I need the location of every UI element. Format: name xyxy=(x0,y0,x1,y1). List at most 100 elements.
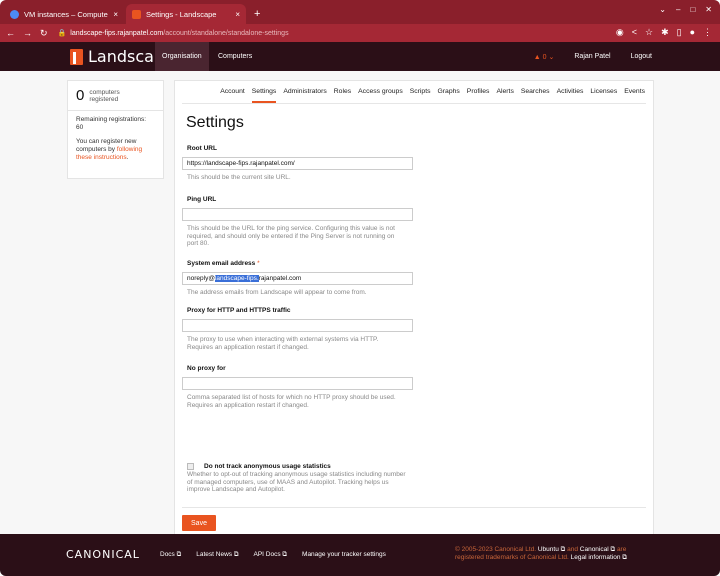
url-path: /account/standalone/standalone-settings xyxy=(163,29,289,37)
tracker-settings-link[interactable]: Manage your tracker settings xyxy=(302,551,386,559)
proxy-input[interactable] xyxy=(182,319,413,332)
browser-window: VM instances – Compute × Settings - Land… xyxy=(0,0,720,576)
tab-account[interactable]: Account xyxy=(220,88,245,103)
share-icon[interactable]: < xyxy=(632,27,637,38)
proxy-help: The proxy to use when interacting with e… xyxy=(187,336,379,351)
usage-stats-help: Whether to opt-out of tracking anonymous… xyxy=(187,471,406,493)
tab-activities[interactable]: Activities xyxy=(557,88,584,103)
api-docs-link[interactable]: API Docs ⧉ xyxy=(253,551,287,559)
divider xyxy=(182,507,646,508)
legal-link[interactable]: Legal information ⧉ xyxy=(571,554,627,561)
tab-roles[interactable]: Roles xyxy=(334,88,351,103)
user-menu[interactable]: Rajan Patel xyxy=(574,53,610,60)
page-title: Settings xyxy=(186,114,244,131)
email-input[interactable]: noreply@ landscape-fips. rajanpatel.com xyxy=(182,272,413,285)
settings-panel: Account Settings Administrators Roles Ac… xyxy=(174,80,654,536)
email-value-post: rajanpatel.com xyxy=(258,275,302,282)
usage-stats-label[interactable]: Do not track anonymous usage statistics xyxy=(204,463,331,470)
usage-stats-group: Do not track anonymous usage statistics … xyxy=(187,463,417,494)
back-icon[interactable]: ← xyxy=(6,28,15,39)
tab-settings-landscape[interactable]: Settings - Landscape × xyxy=(126,4,246,24)
sidepanel-icon[interactable]: ▯ xyxy=(677,27,682,38)
profile-avatar-icon[interactable]: ● xyxy=(690,27,695,38)
nav-organisation[interactable]: Organisation xyxy=(155,42,209,71)
tab-events[interactable]: Events xyxy=(624,88,645,103)
copyright-text: © 2005-2023 Canonical Ltd. Ubuntu ⧉ and … xyxy=(455,546,655,562)
landscape-logo-icon xyxy=(70,48,83,65)
reload-icon[interactable]: ↻ xyxy=(40,28,48,39)
remaining-label: Remaining registrations: xyxy=(76,116,147,123)
email-group: System email address * noreply@ landscape… xyxy=(182,260,413,297)
root-url-help: This should be the current site URL. xyxy=(187,174,291,181)
sidebar: 0 computers registered Remaining registra… xyxy=(67,80,164,179)
latest-news-link[interactable]: Latest News ⧉ xyxy=(196,551,238,559)
email-help: The address emails from Landscape will a… xyxy=(187,289,367,296)
url-host: landscape-fips.rajanpatel.com xyxy=(70,29,164,37)
close-icon[interactable]: × xyxy=(113,10,118,19)
forward-icon[interactable]: → xyxy=(23,28,32,39)
new-tab-button[interactable]: + xyxy=(254,8,260,20)
maximize-button[interactable]: □ xyxy=(690,5,695,14)
lock-icon: 🔒 xyxy=(57,30,67,37)
required-marker: * xyxy=(257,260,260,267)
no-proxy-group: No proxy for Comma separated list of hos… xyxy=(182,365,413,409)
save-button[interactable]: Save xyxy=(182,515,216,531)
address-bar: ← → ↻ 🔒 landscape-fips.rajanpatel.com/ac… xyxy=(0,24,720,42)
count-value: 0 xyxy=(76,87,85,104)
tab-scripts[interactable]: Scripts xyxy=(410,88,431,103)
canonical-link[interactable]: Canonical ⧉ xyxy=(580,546,615,553)
canonical-logo[interactable]: CANONICAL xyxy=(66,548,140,561)
proxy-label: Proxy for HTTP and HTTPS traffic xyxy=(187,307,291,314)
window-controls: ⌄ – □ ✕ xyxy=(659,5,712,14)
ubuntu-link[interactable]: Ubuntu ⧉ xyxy=(538,546,565,553)
google-icon[interactable]: ◉ xyxy=(616,27,624,38)
tab-title: Settings - Landscape xyxy=(146,9,217,19)
proxy-group: Proxy for HTTP and HTTPS traffic The pro… xyxy=(182,307,413,351)
tab-search-icon[interactable]: ⌄ xyxy=(659,5,666,14)
nav-computers[interactable]: Computers xyxy=(211,42,259,71)
computer-count: 0 computers registered xyxy=(68,81,163,111)
close-window-button[interactable]: ✕ xyxy=(705,5,712,14)
tab-graphs[interactable]: Graphs xyxy=(438,88,460,103)
bookmark-star-icon[interactable]: ☆ xyxy=(645,27,653,38)
trademark-text: registered trademarks of Canonical Ltd. xyxy=(455,554,569,561)
ping-url-help: This should be the URL for the ping serv… xyxy=(187,225,395,247)
usage-stats-checkbox[interactable] xyxy=(187,463,194,470)
ping-url-label: Ping URL xyxy=(187,196,217,203)
ping-url-input[interactable] xyxy=(182,208,413,221)
tab-vm-instances[interactable]: VM instances – Compute × xyxy=(4,4,124,24)
are-text: are xyxy=(616,546,627,553)
footer-links: Docs ⧉ Latest News ⧉ API Docs ⧉ Manage y… xyxy=(160,551,386,559)
tab-administrators[interactable]: Administrators xyxy=(283,88,326,103)
gcp-favicon-icon xyxy=(10,9,19,19)
copyright: © 2005-2023 Canonical Ltd. xyxy=(455,546,537,553)
menu-icon[interactable]: ⋮ xyxy=(703,27,712,38)
tab-alerts[interactable]: Alerts xyxy=(496,88,513,103)
tab-licenses[interactable]: Licenses xyxy=(590,88,617,103)
tab-searches[interactable]: Searches xyxy=(521,88,550,103)
extensions-icon[interactable]: ✱ xyxy=(661,27,669,38)
docs-link[interactable]: Docs ⧉ xyxy=(160,551,181,559)
root-url-input[interactable]: https://landscape-fips.rajanpatel.com/ xyxy=(182,157,413,170)
nav-buttons: ← → ↻ xyxy=(6,28,48,39)
no-proxy-help: Comma separated list of hosts for which … xyxy=(187,394,396,409)
top-nav-right: ▲ 0 ⌄ Rajan Patel Logout xyxy=(534,42,652,71)
no-proxy-input[interactable] xyxy=(182,377,413,390)
tab-bar: VM instances – Compute × Settings - Land… xyxy=(0,0,720,24)
root-url-label: Root URL xyxy=(187,145,217,152)
email-label: System email address xyxy=(187,260,256,267)
close-icon[interactable]: × xyxy=(235,10,240,19)
url-field[interactable]: 🔒 landscape-fips.rajanpatel.com/account/… xyxy=(57,29,289,38)
top-navigation: Landscape Organisation Computers ▲ 0 ⌄ R… xyxy=(0,42,720,71)
count-label-2: registered xyxy=(89,95,119,103)
landscape-favicon-icon xyxy=(132,9,141,19)
ping-url-group: Ping URL This should be the URL for the … xyxy=(182,196,413,248)
tab-profiles[interactable]: Profiles xyxy=(467,88,490,103)
page-content: Landscape Organisation Computers ▲ 0 ⌄ R… xyxy=(0,42,720,576)
tab-settings[interactable]: Settings xyxy=(251,88,277,103)
alerts-indicator[interactable]: ▲ 0 ⌄ xyxy=(534,53,555,61)
settings-tabs: Account Settings Administrators Roles Ac… xyxy=(220,88,645,103)
minimize-button[interactable]: – xyxy=(676,5,680,14)
tab-access-groups[interactable]: Access groups xyxy=(358,88,403,103)
logout-link[interactable]: Logout xyxy=(631,53,652,60)
